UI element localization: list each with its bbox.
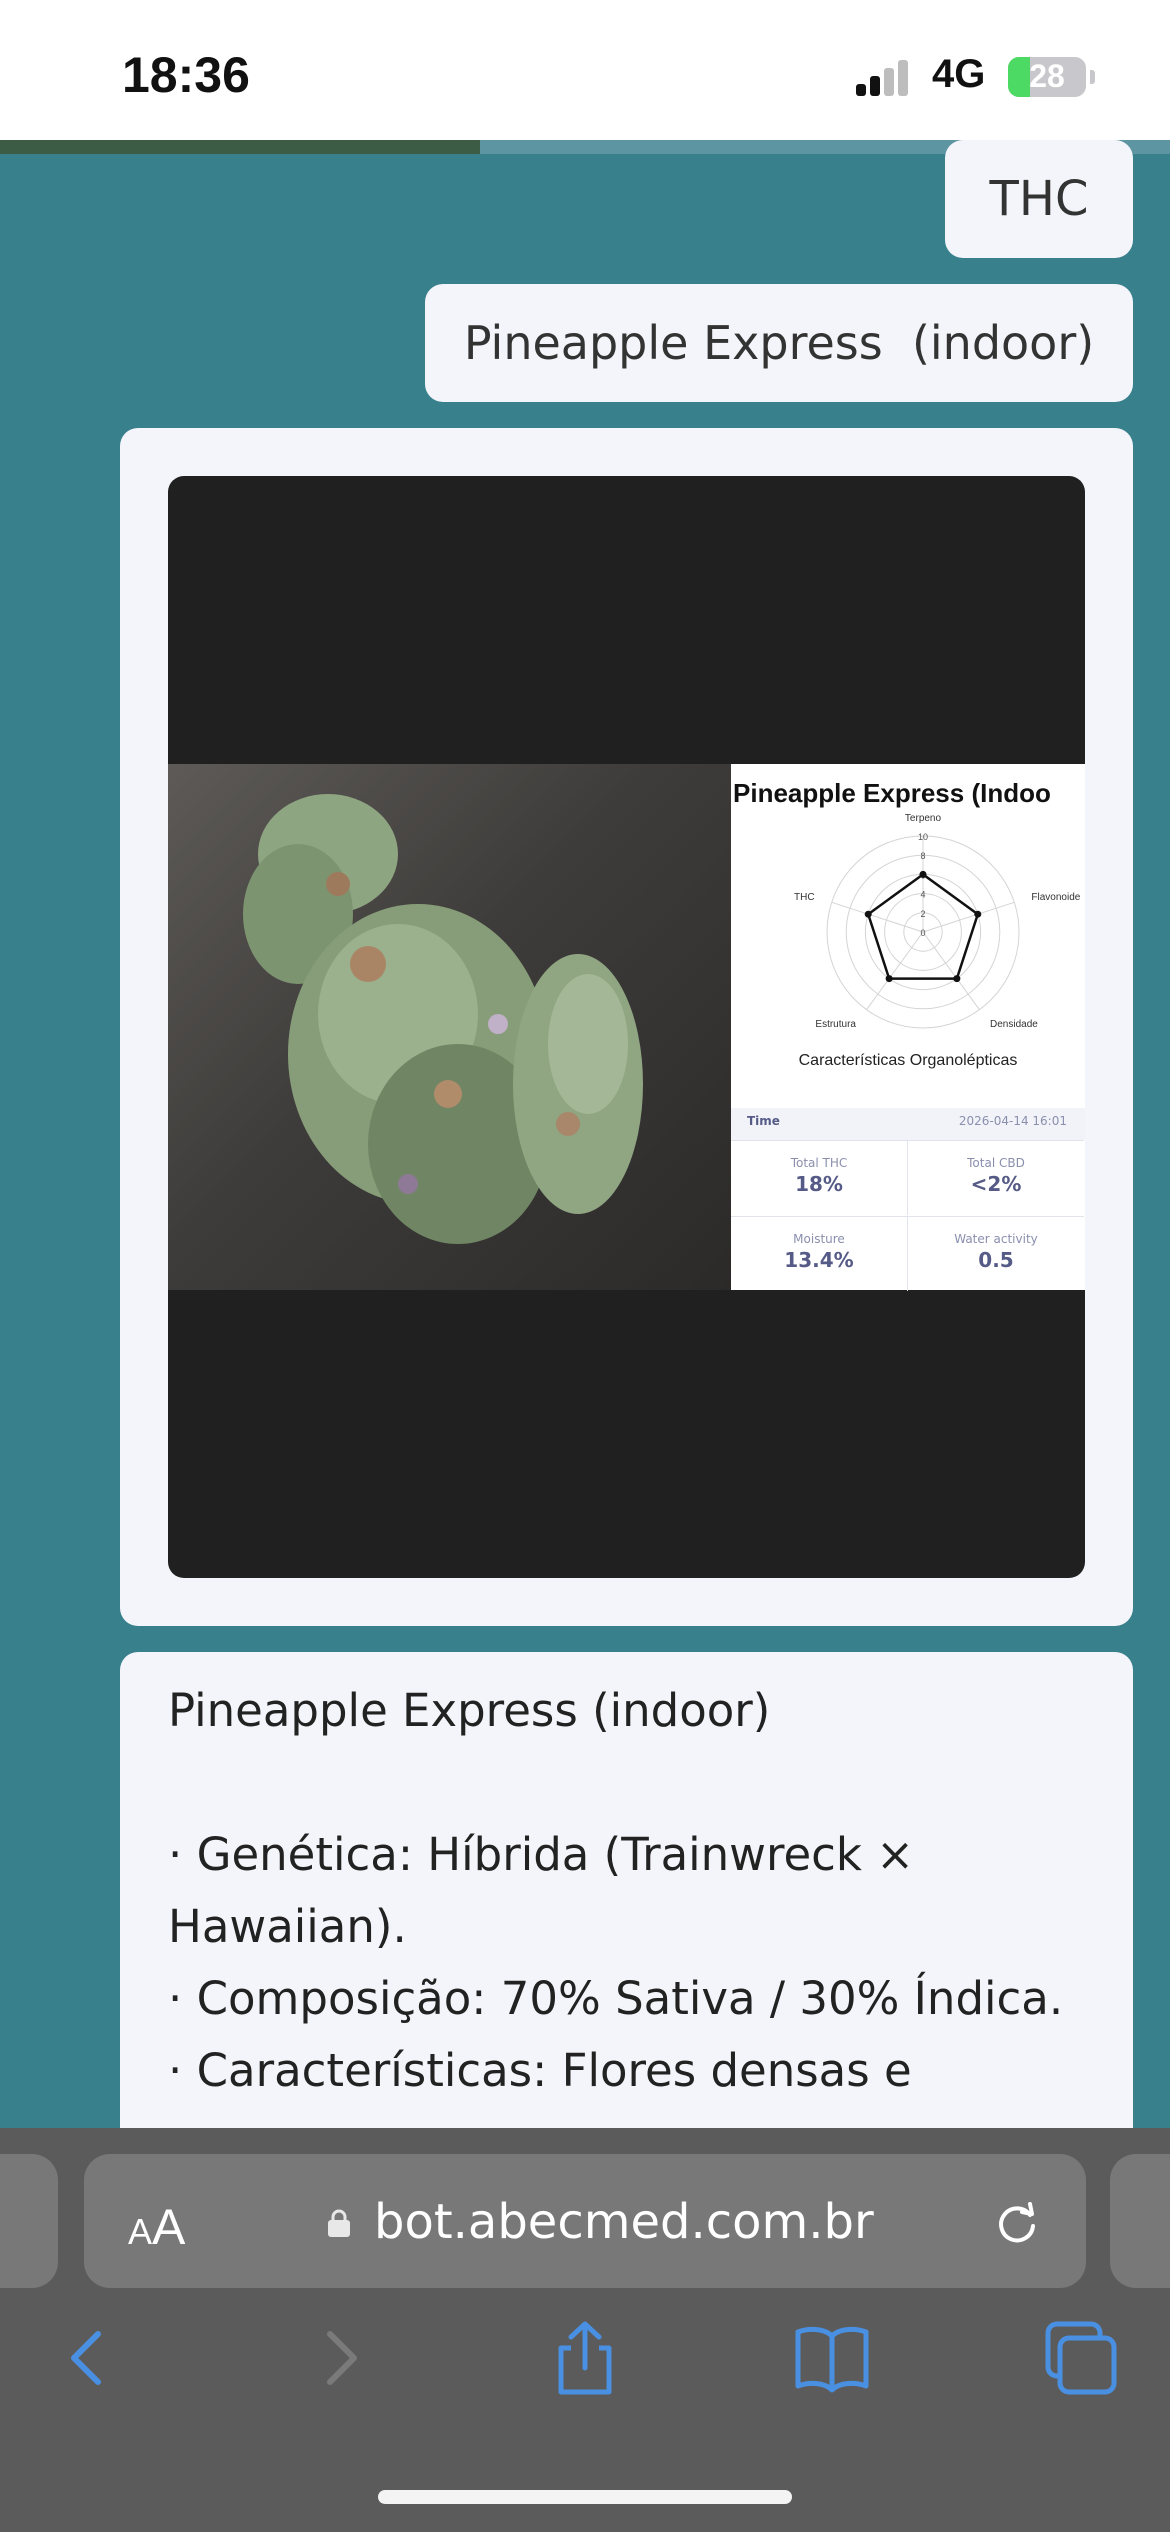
- address-bar[interactable]: AA bot.abecmed.com.br: [84, 2154, 1086, 2288]
- radar-axis-label: THC: [794, 892, 815, 903]
- radar-tick-label: 10: [918, 832, 928, 842]
- status-time: 18:36: [122, 47, 250, 103]
- chart-title: Pineapple Express (Indoo: [733, 778, 1051, 808]
- signal-bar: [856, 84, 866, 96]
- stat-value: 13.4%: [784, 1248, 854, 1272]
- radar-point: [864, 910, 872, 918]
- user-message-thc[interactable]: THC: [945, 140, 1133, 258]
- radar-point: [919, 870, 927, 878]
- reader-options-button[interactable]: AA: [128, 2198, 185, 2256]
- battery-nub: [1090, 70, 1095, 84]
- battery-icon: 28: [1008, 57, 1086, 97]
- stat-value: 18%: [795, 1172, 843, 1196]
- network-type: 4G: [932, 52, 986, 96]
- stat-value: <2%: [970, 1172, 1022, 1196]
- stat-total-thc: Total THC 18%: [731, 1140, 908, 1215]
- signal-bar: [870, 76, 880, 96]
- time-value: 2026-04-14 16:01: [958, 1114, 1067, 1128]
- book-icon[interactable]: [792, 2318, 872, 2398]
- stat-label: Total THC: [790, 1156, 848, 1170]
- radar-spoke: [866, 931, 924, 1010]
- radar-axis-label: Terpeno: [905, 813, 942, 824]
- description-line: Hawaiian).: [168, 1900, 407, 1953]
- user-message-strain[interactable]: Pineapple Express (indoor): [425, 284, 1133, 402]
- lock-icon: [328, 2209, 350, 2237]
- radar-tick-label: 2: [920, 909, 925, 919]
- radar-spoke: [922, 931, 980, 1010]
- stat-label: Water activity: [954, 1232, 1038, 1246]
- stat-label: Total CBD: [967, 1156, 1025, 1170]
- bot-image-message: Pineapple Express (Indoo 0246810TerpenoF…: [120, 428, 1133, 1626]
- aa-large-letter: A: [152, 2199, 186, 2255]
- url-text[interactable]: bot.abecmed.com.br: [374, 2194, 874, 2250]
- radar-axis-label: Flavonoide: [1031, 892, 1080, 903]
- stat-moisture: Moisture 13.4%: [731, 1216, 908, 1291]
- radar-axis-label: Estrutura: [815, 1019, 856, 1030]
- signal-bar: [898, 60, 908, 96]
- status-bar: 18:36 4G 28: [0, 0, 1170, 140]
- radar-tick-label: 4: [920, 890, 925, 900]
- home-indicator[interactable]: [378, 2490, 792, 2504]
- radar-axis-label: Densidade: [990, 1019, 1038, 1030]
- time-row: Time 2026-04-14 16:01: [731, 1108, 1085, 1140]
- analysis-panel: Pineapple Express (Indoo 0246810TerpenoF…: [731, 764, 1085, 1291]
- next-tab-preview[interactable]: [1110, 2154, 1170, 2288]
- strain-title: Pineapple Express (indoor): [168, 1684, 771, 1737]
- stat-water-activity: Water activity 0.5: [908, 1216, 1084, 1291]
- description-line: · Composição: 70% Sativa / 30% Índica.: [168, 1972, 1064, 2025]
- aa-small-letter: A: [128, 2211, 153, 2252]
- stat-total-cbd: Total CBD <2%: [908, 1140, 1084, 1215]
- reload-icon[interactable]: [992, 2198, 1042, 2248]
- previous-tab-preview[interactable]: [0, 2154, 58, 2288]
- chart-subtitle: Características Organolépticas: [798, 1052, 1018, 1069]
- radar-point: [953, 975, 961, 983]
- flower-photo: [168, 764, 731, 1290]
- radar-point: [885, 975, 893, 983]
- cannabis-bud-illustration: [243, 794, 643, 1244]
- stat-label: Moisture: [793, 1232, 845, 1246]
- page-progress-fill: [0, 140, 480, 154]
- description-line: · Características: Flores densas e: [168, 2044, 912, 2097]
- radar-tick-label: 8: [920, 851, 925, 861]
- tabs-icon[interactable]: [1040, 2318, 1120, 2398]
- radar-tick-label: 0: [920, 928, 925, 938]
- signal-bar: [884, 68, 894, 96]
- chevron-right-icon[interactable]: [300, 2318, 380, 2398]
- signal-strength-icon: [856, 60, 912, 96]
- share-icon[interactable]: [545, 2318, 625, 2398]
- radar-chart: 0246810TerpenoFlavonoideDensidadeEstrutu…: [794, 813, 1081, 1030]
- chevron-left-icon[interactable]: [48, 2318, 128, 2398]
- description-line: · Genética: Híbrida (Trainwreck ×: [168, 1828, 914, 1881]
- radar-point: [974, 910, 982, 918]
- time-label: Time: [747, 1114, 780, 1128]
- battery-level: 28: [1029, 58, 1065, 94]
- stat-value: 0.5: [978, 1248, 1014, 1272]
- result-image[interactable]: Pineapple Express (Indoo 0246810TerpenoF…: [168, 476, 1085, 1578]
